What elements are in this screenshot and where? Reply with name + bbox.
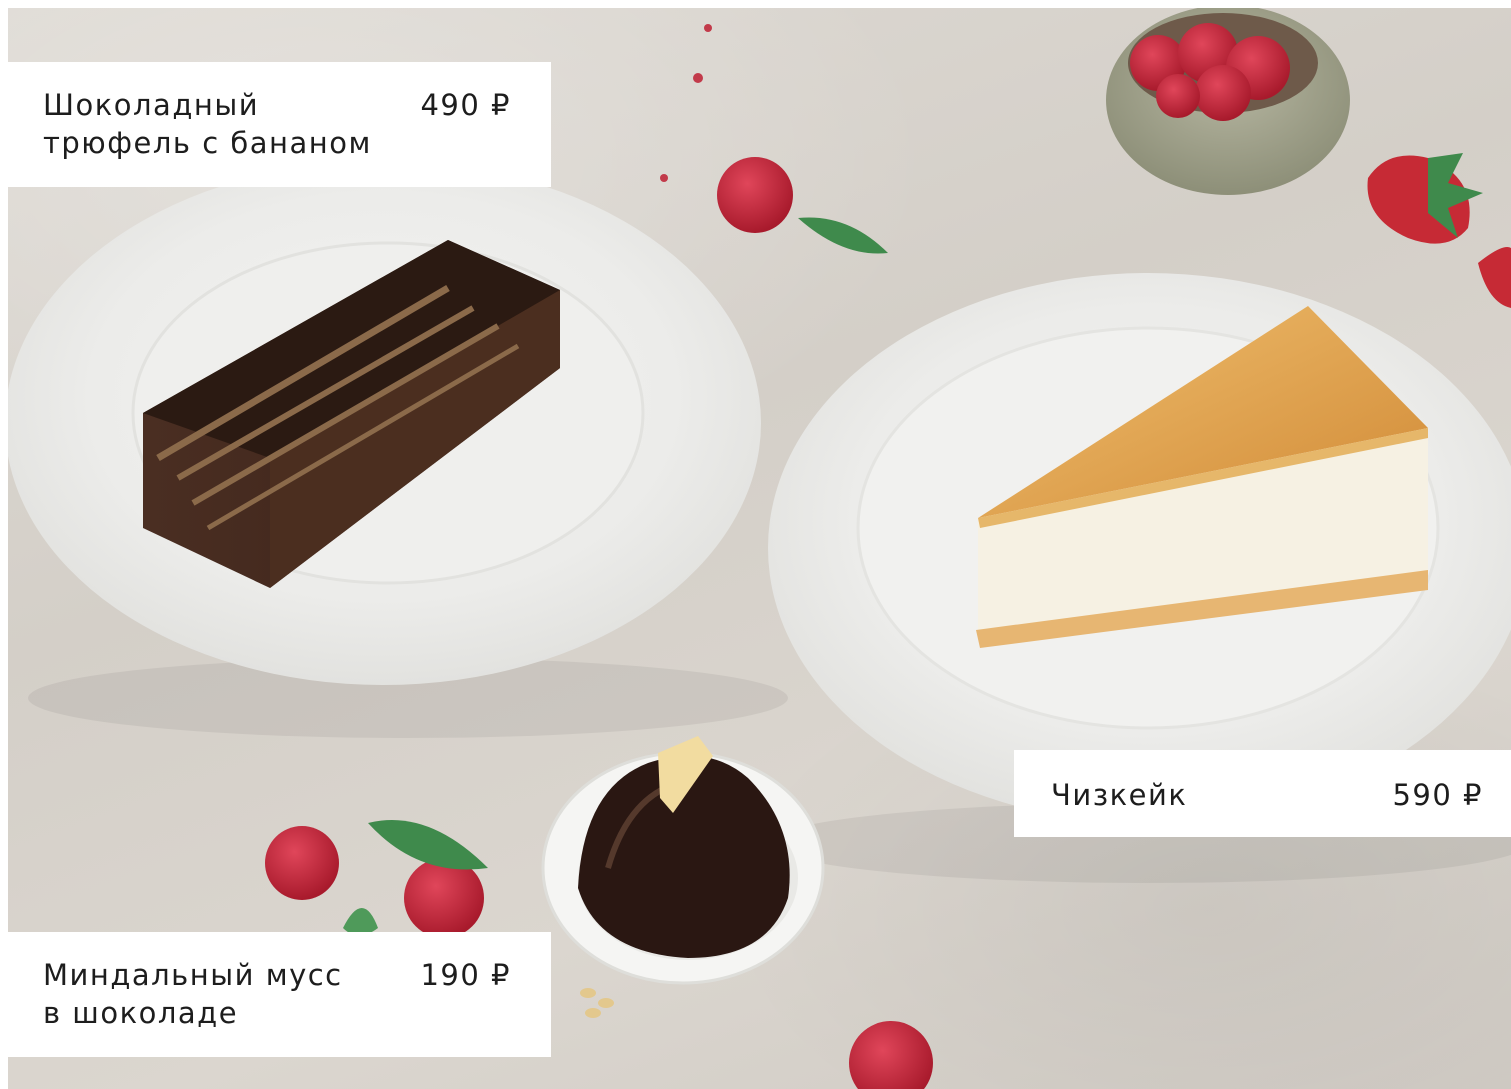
menu-item-cheesecake[interactable]: Чизкейк 590 ₽ (1014, 750, 1511, 837)
menu-item-price: 490 ₽ (420, 88, 511, 122)
menu-item-price: 190 ₽ (420, 958, 511, 992)
menu-item-almond-mousse[interactable]: Миндальный мусс в шоколаде 190 ₽ (0, 932, 551, 1057)
pine-nut (580, 988, 596, 998)
pine-nut (598, 998, 614, 1008)
menu-item-chocolate-truffle[interactable]: Шоколадный трюфель с бананом 490 ₽ (0, 62, 551, 187)
raspberry-bowl (1106, 8, 1350, 195)
menu-item-name: Чизкейк (1051, 778, 1188, 812)
menu-item-name: Миндальный мусс в шоколаде (43, 958, 343, 1030)
raspberry (265, 826, 339, 900)
berry-crumb (704, 24, 712, 32)
mint-leaf (368, 820, 488, 870)
strawberry (1478, 247, 1511, 308)
mint-leaf (798, 217, 888, 254)
strawberry (1367, 153, 1483, 244)
raspberry (404, 858, 484, 938)
pine-nut (585, 1008, 601, 1018)
mousse-bowl (541, 736, 825, 985)
berry-crumb (693, 73, 703, 83)
raspberry (849, 1021, 933, 1089)
menu-item-name: Шоколадный трюфель с бананом (43, 88, 372, 160)
berry-crumb (660, 174, 668, 182)
raspberry (717, 157, 793, 233)
menu-item-price: 590 ₽ (1392, 778, 1483, 812)
